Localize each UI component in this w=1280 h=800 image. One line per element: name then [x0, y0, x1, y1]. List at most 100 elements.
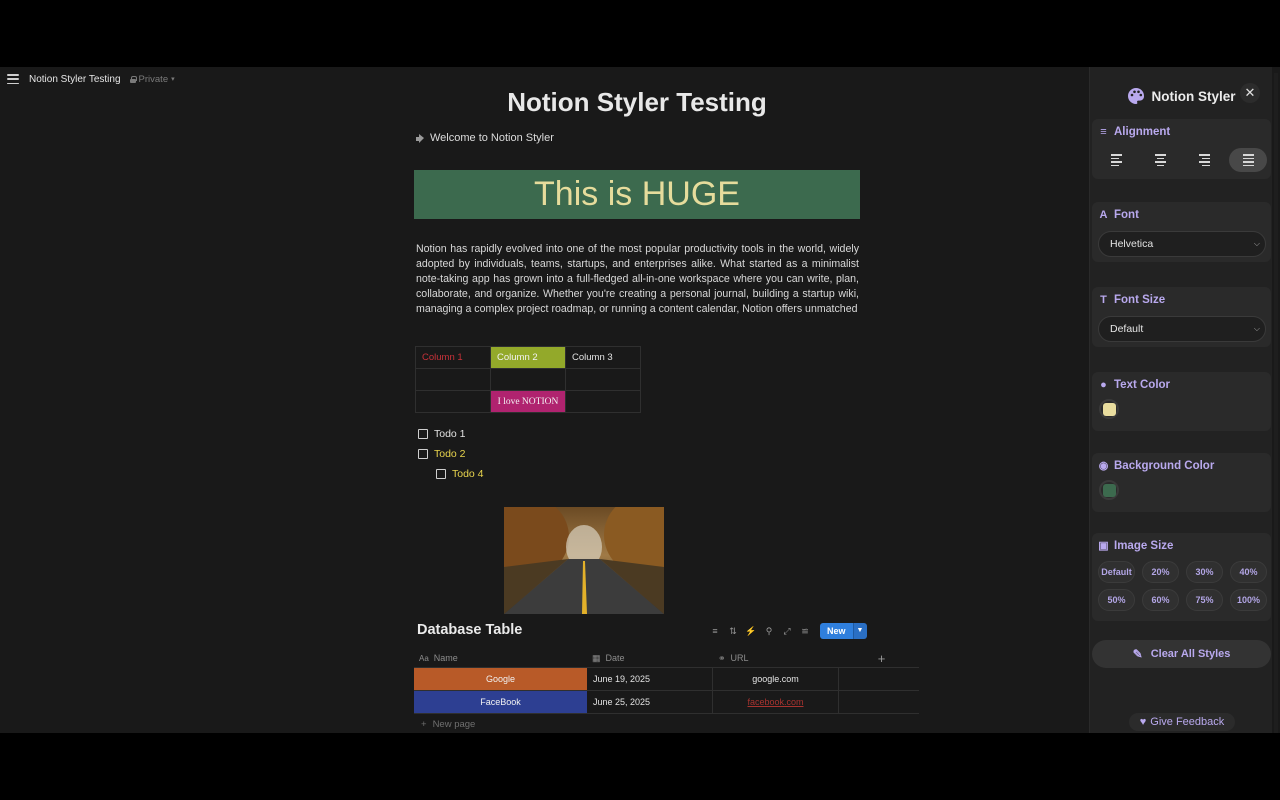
column-header-url[interactable]: ⚭ URL [713, 649, 839, 667]
font-select[interactable]: Helvetica ⌵ [1098, 231, 1266, 257]
font-size-select[interactable]: Default ⌵ [1098, 316, 1266, 342]
section-label: Image Size [1114, 540, 1174, 552]
section-label: Background Color [1114, 460, 1215, 472]
sort-icon[interactable]: ⇅ [727, 625, 739, 637]
paragraph-block[interactable]: Notion has rapidly evolved into one of t… [416, 242, 859, 317]
column-header-date[interactable]: ▦ Date [587, 649, 713, 667]
row-date[interactable]: June 19, 2025 [587, 668, 713, 690]
simple-table: Column 1 Column 2 Column 3 I love NOTION [415, 346, 641, 413]
image-size-30-button[interactable]: 30% [1186, 561, 1223, 583]
settings-icon[interactable]: ≌ [799, 625, 811, 637]
image-size-default-button[interactable]: Default [1098, 561, 1135, 583]
table-cell[interactable] [565, 390, 641, 413]
new-page-label: New page [432, 719, 476, 730]
column-label: Name [433, 653, 458, 663]
table-header-cell[interactable]: Column 3 [565, 346, 641, 369]
todo-label[interactable]: Todo 4 [452, 468, 484, 480]
image-size-75-button[interactable]: 75% [1186, 589, 1223, 611]
privacy-dropdown[interactable]: Private ▾ [129, 74, 175, 85]
filter-icon[interactable]: ≡ [709, 625, 721, 637]
table-cell[interactable] [415, 368, 491, 391]
section-title: A Font [1098, 209, 1139, 221]
font-select-value: Helvetica [1110, 238, 1154, 250]
align-left-button[interactable] [1097, 148, 1135, 172]
panel-title: Notion Styler [1151, 88, 1236, 104]
welcome-text: Welcome to Notion Styler [430, 132, 554, 144]
todo-item: Todo 2 [418, 448, 466, 460]
table-cell[interactable] [565, 368, 641, 391]
chevron-down-icon[interactable]: ▼ [852, 623, 867, 639]
image-icon: ▣ [1098, 539, 1109, 552]
table-header-cell[interactable]: Column 2 [490, 346, 566, 369]
font-section: A Font Helvetica ⌵ [1092, 202, 1271, 262]
add-property-icon[interactable]: + [839, 649, 919, 667]
feedback-label: Give Feedback [1150, 716, 1225, 728]
new-button-label: New [820, 623, 853, 639]
row-url[interactable]: google.com [713, 668, 839, 690]
background-color-swatch[interactable] [1099, 480, 1119, 500]
notion-app: Notion Styler Testing Private ▾ Notion S… [0, 67, 1280, 733]
section-title: ≡ Alignment [1098, 126, 1170, 138]
expand-icon[interactable]: ⤢ [781, 625, 793, 637]
table-row[interactable]: FaceBook June 25, 2025 facebook.com [414, 691, 919, 714]
align-justify-button[interactable] [1229, 148, 1267, 172]
table-row[interactable]: Google June 19, 2025 google.com [414, 668, 919, 691]
sidebar-menu-icon[interactable] [7, 74, 19, 84]
row-name[interactable]: FaceBook [414, 691, 587, 713]
droplet-icon: ● [1100, 378, 1107, 391]
new-button[interactable]: New ▼ [820, 623, 867, 639]
row-url-link[interactable]: facebook.com [747, 697, 803, 707]
table-cell[interactable]: I love NOTION [490, 390, 566, 413]
table-cell[interactable] [490, 368, 566, 391]
image-size-100-button[interactable]: 100% [1230, 589, 1267, 611]
alignment-section: ≡ Alignment [1092, 119, 1271, 179]
clear-all-styles-button[interactable]: ✎ Clear All Styles [1092, 640, 1271, 668]
align-center-button[interactable] [1141, 148, 1179, 172]
column-label: URL [730, 653, 749, 663]
database-title[interactable]: Database Table [417, 622, 522, 638]
page-title[interactable]: Notion Styler Testing [414, 87, 860, 118]
welcome-line[interactable]: Welcome to Notion Styler [416, 132, 554, 144]
huge-heading-block[interactable]: This is HUGE [414, 170, 860, 219]
column-label: Date [605, 653, 625, 663]
todo-label[interactable]: Todo 1 [434, 428, 466, 440]
todo-item: Todo 4 [436, 468, 484, 480]
font-icon: A [1099, 208, 1108, 221]
column-header-name[interactable]: Aa Name [414, 649, 587, 667]
give-feedback-button[interactable]: ♥ Give Feedback [1129, 713, 1235, 731]
text-size-icon: T [1100, 293, 1107, 306]
row-date[interactable]: June 25, 2025 [587, 691, 713, 713]
image-size-40-button[interactable]: 40% [1230, 561, 1267, 583]
background-color-section: ◉ Background Color [1092, 453, 1271, 512]
plus-icon: + [421, 719, 427, 730]
chevron-down-icon: ▾ [171, 76, 175, 83]
image-size-50-button[interactable]: 50% [1098, 589, 1135, 611]
text-color-swatch[interactable] [1099, 399, 1119, 419]
new-page-button[interactable]: + New page [421, 719, 475, 730]
automation-icon[interactable]: ⚡ [745, 625, 757, 637]
todo-item: Todo 1 [418, 428, 466, 440]
section-label: Text Color [1114, 379, 1171, 391]
table-cell[interactable] [415, 390, 491, 413]
section-title: ▣ Image Size [1098, 540, 1173, 552]
swatch-color [1102, 483, 1116, 497]
todo-checkbox[interactable] [418, 449, 428, 459]
scrollbar[interactable] [1274, 73, 1278, 733]
text-color-section: ● Text Color [1092, 372, 1271, 431]
section-title: T Font Size [1098, 294, 1165, 306]
todo-label[interactable]: Todo 2 [434, 448, 466, 460]
todo-checkbox[interactable] [436, 469, 446, 479]
image-size-60-button[interactable]: 60% [1142, 589, 1179, 611]
alignment-options [1097, 148, 1267, 172]
todo-checkbox[interactable] [418, 429, 428, 439]
search-icon[interactable]: ⚲ [763, 625, 775, 637]
breadcrumb-page[interactable]: Notion Styler Testing [29, 74, 121, 85]
table-header-cell[interactable]: Column 1 [415, 346, 491, 369]
row-url[interactable]: facebook.com [713, 691, 839, 713]
road-photo[interactable] [504, 507, 664, 614]
align-right-button[interactable] [1185, 148, 1223, 172]
image-size-20-button[interactable]: 20% [1142, 561, 1179, 583]
row-name[interactable]: Google [414, 668, 587, 690]
paint-bucket-icon: ◉ [1098, 459, 1109, 472]
close-icon[interactable]: ✕ [1240, 83, 1260, 103]
